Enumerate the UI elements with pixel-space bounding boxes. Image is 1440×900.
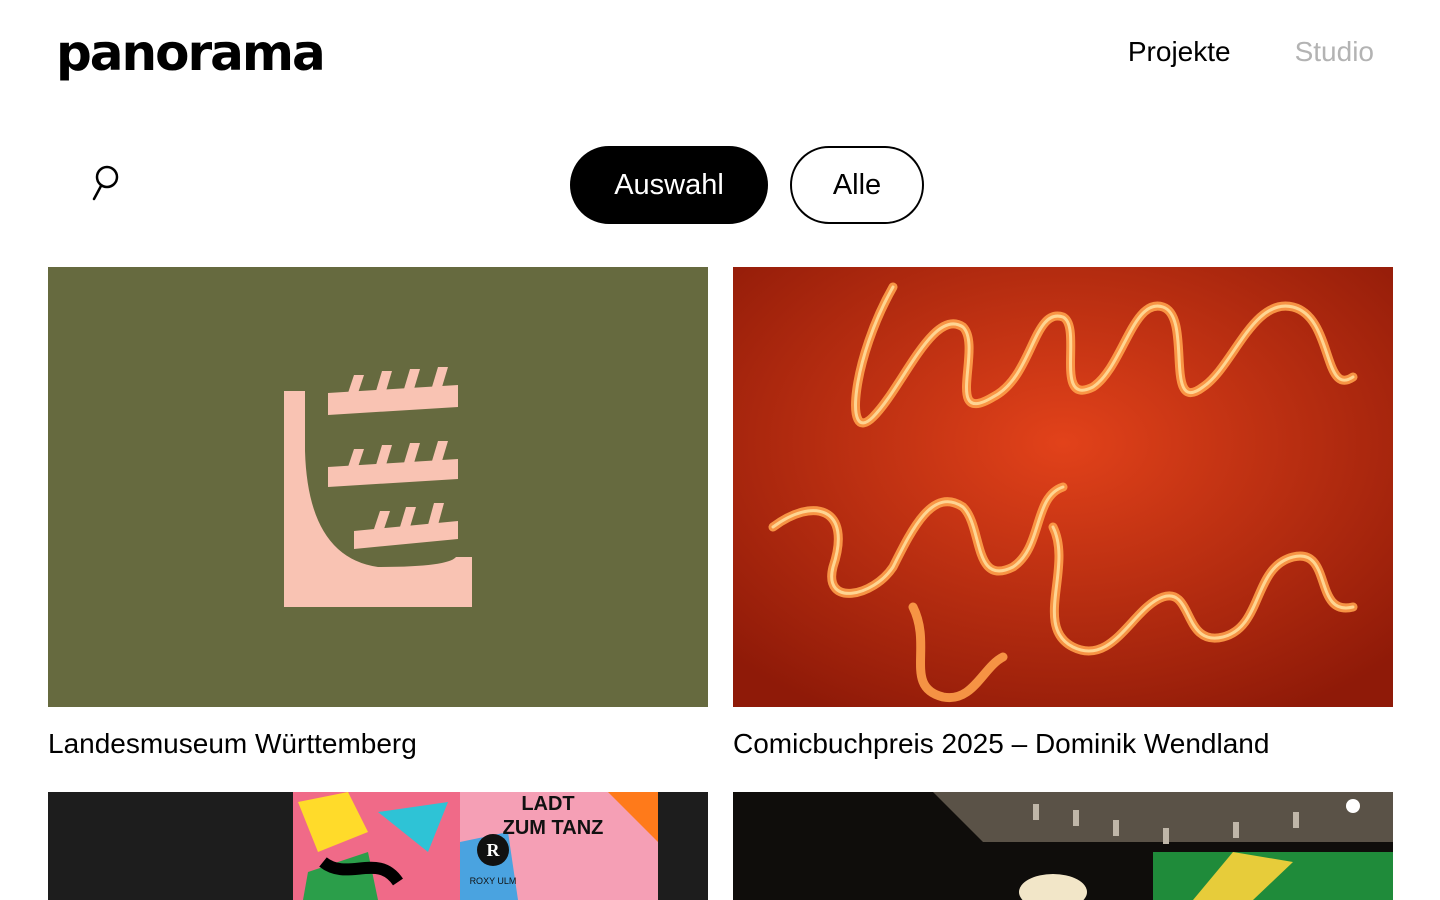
project-thumbnail[interactable] (48, 267, 708, 707)
project-card-exhibition[interactable] (733, 792, 1393, 900)
project-title[interactable]: Landesmuseum Württemberg (48, 727, 708, 761)
project-card-comicbuchpreis[interactable]: Comicbuchpreis 2025 – Dominik Wendland (733, 267, 1393, 761)
main-nav: Projekte Studio (1128, 34, 1374, 70)
tanz-poster-image: R LADT ZUM TANZ ROXY ULM (48, 792, 708, 900)
filter-auswahl-button[interactable]: Auswahl (570, 146, 768, 224)
poster-line2: ZUM TANZ (503, 817, 604, 839)
poster-badge: R (487, 840, 501, 860)
project-title[interactable]: Comicbuchpreis 2025 – Dominik Wendland (733, 727, 1393, 761)
filter-group: Auswahl Alle (570, 146, 924, 224)
project-card-landesmuseum[interactable]: Landesmuseum Württemberg (48, 267, 708, 761)
poster-line1: LADT (521, 793, 574, 815)
neon-sign-image (733, 267, 1393, 707)
poster-sub: ROXY ULM (470, 876, 517, 886)
search-icon[interactable] (90, 164, 122, 204)
nav-projekte[interactable]: Projekte (1128, 34, 1231, 70)
site-logo[interactable]: panorama (56, 18, 326, 88)
exhibition-image (733, 792, 1393, 900)
project-card-zum-tanz[interactable]: R LADT ZUM TANZ ROXY ULM (48, 792, 708, 900)
project-thumbnail[interactable]: R LADT ZUM TANZ ROXY ULM (48, 792, 708, 900)
stag-antler-logo (284, 367, 472, 607)
nav-studio[interactable]: Studio (1295, 34, 1374, 70)
site-header: panorama Projekte Studio (0, 0, 1440, 110)
project-thumbnail[interactable] (733, 267, 1393, 707)
filter-alle-button[interactable]: Alle (790, 146, 924, 224)
project-thumbnail[interactable] (733, 792, 1393, 900)
